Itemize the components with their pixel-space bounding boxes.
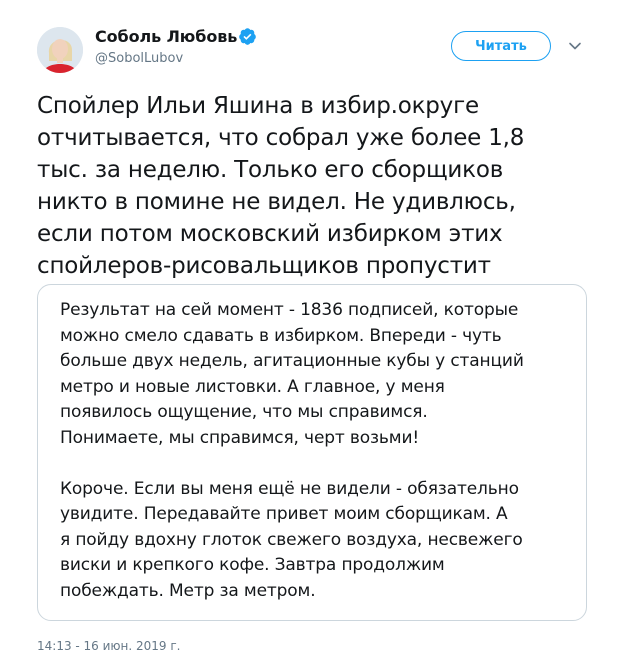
tweet-text: Спойлер Ильи Яшина в избир.округе отчиты… — [37, 93, 525, 279]
author-display-name[interactable]: Соболь Любовь — [95, 27, 237, 46]
avatar[interactable] — [37, 27, 83, 73]
author-handle[interactable]: @SobolLubov — [95, 51, 183, 66]
follow-button[interactable]: Читать — [451, 31, 551, 61]
chevron-down-icon[interactable] — [567, 38, 583, 54]
tweet-card: Соболь Любовь @SobolLubov Читать Спойлер… — [0, 0, 620, 665]
verified-badge-icon — [239, 28, 256, 45]
quoted-text-card[interactable]: Результат на сей момент - 1836 подписей,… — [37, 284, 587, 621]
tweet-timestamp[interactable]: 14:13 - 16 июн. 2019 г. — [37, 639, 180, 653]
quoted-text: Результат на сей момент - 1836 подписей,… — [60, 300, 524, 601]
avatar-portrait-icon — [37, 27, 83, 73]
